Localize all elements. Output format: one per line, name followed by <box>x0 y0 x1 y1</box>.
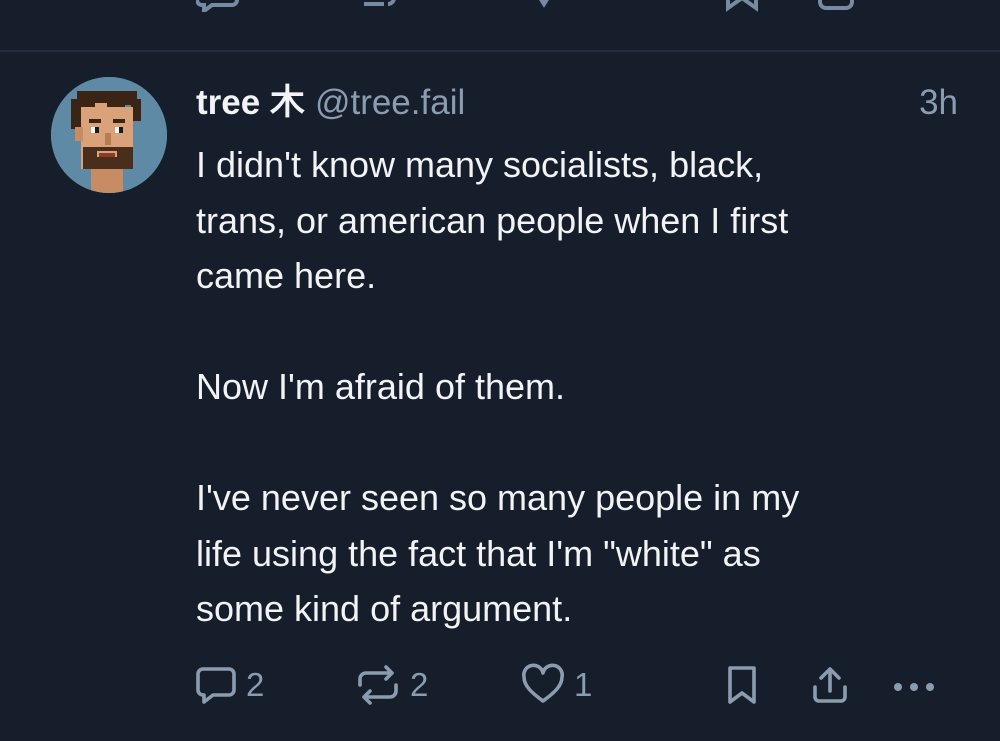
share-icon <box>808 663 852 707</box>
share-icon[interactable] <box>816 0 856 17</box>
reply-button[interactable]: 2 <box>194 655 264 715</box>
bookmark-button[interactable] <box>722 655 762 715</box>
post-paragraph: I didn't know many socialists, black, tr… <box>196 144 789 296</box>
author-handle[interactable]: @tree.fail <box>315 83 465 122</box>
repost-icon <box>354 663 402 707</box>
post-text: I didn't know many socialists, black, tr… <box>196 137 976 637</box>
repost-icon[interactable] <box>354 0 398 17</box>
heart-icon <box>520 663 566 707</box>
post-actions: 2 2 1 <box>0 655 1000 715</box>
reply-icon <box>194 663 238 707</box>
bookmark-icon <box>722 663 762 707</box>
repost-count: 2 <box>410 666 429 703</box>
reply-count: 2 <box>246 666 265 703</box>
avatar[interactable] <box>51 77 167 193</box>
heart-icon[interactable] <box>522 0 566 17</box>
like-button[interactable]: 1 <box>520 655 592 715</box>
share-button[interactable] <box>808 655 852 715</box>
display-name[interactable]: tree 木 <box>196 83 305 122</box>
more-icon <box>888 663 940 707</box>
like-count: 1 <box>574 666 593 703</box>
post-timestamp[interactable]: 3h <box>919 80 958 126</box>
pixel-portrait-icon <box>51 77 167 193</box>
more-options-button[interactable] <box>888 655 940 715</box>
repost-button[interactable]: 2 <box>354 655 428 715</box>
previous-post-actions <box>0 0 1000 15</box>
post-paragraph: Now I'm afraid of them. <box>196 366 565 407</box>
post-paragraph: I've never seen so many people in my lif… <box>196 477 800 629</box>
post-header: tree 木 @tree.fail 3h <box>196 80 958 126</box>
reply-icon[interactable] <box>195 0 240 17</box>
post-divider <box>0 50 1000 52</box>
bookmark-icon[interactable] <box>722 0 762 17</box>
feed: tree 木 @tree.fail 3h I didn't know many s… <box>0 0 1000 741</box>
